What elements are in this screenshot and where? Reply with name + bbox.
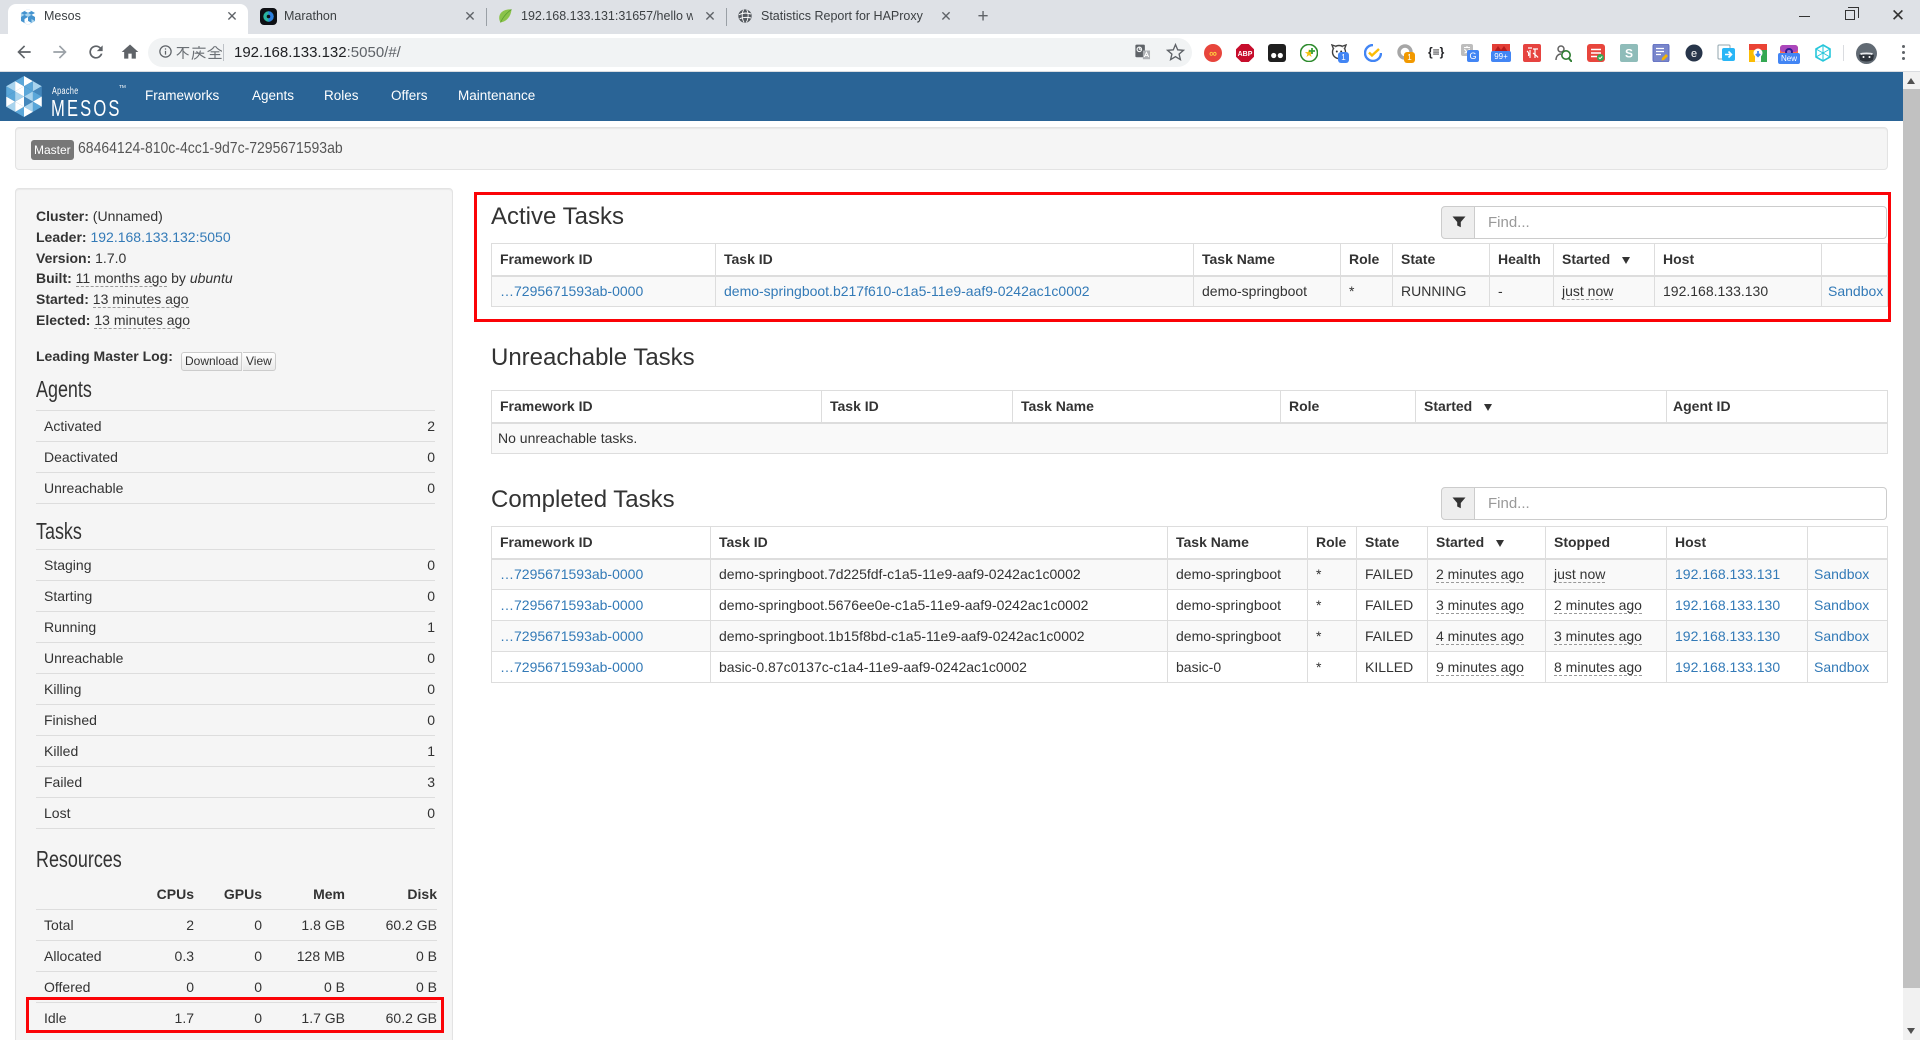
svg-text:S: S: [1625, 47, 1633, 61]
svg-text:∞: ∞: [1209, 48, 1217, 60]
svg-text:G: G: [1469, 51, 1476, 61]
svg-text:e: e: [1691, 48, 1697, 60]
svg-text:ABP: ABP: [1238, 51, 1253, 58]
